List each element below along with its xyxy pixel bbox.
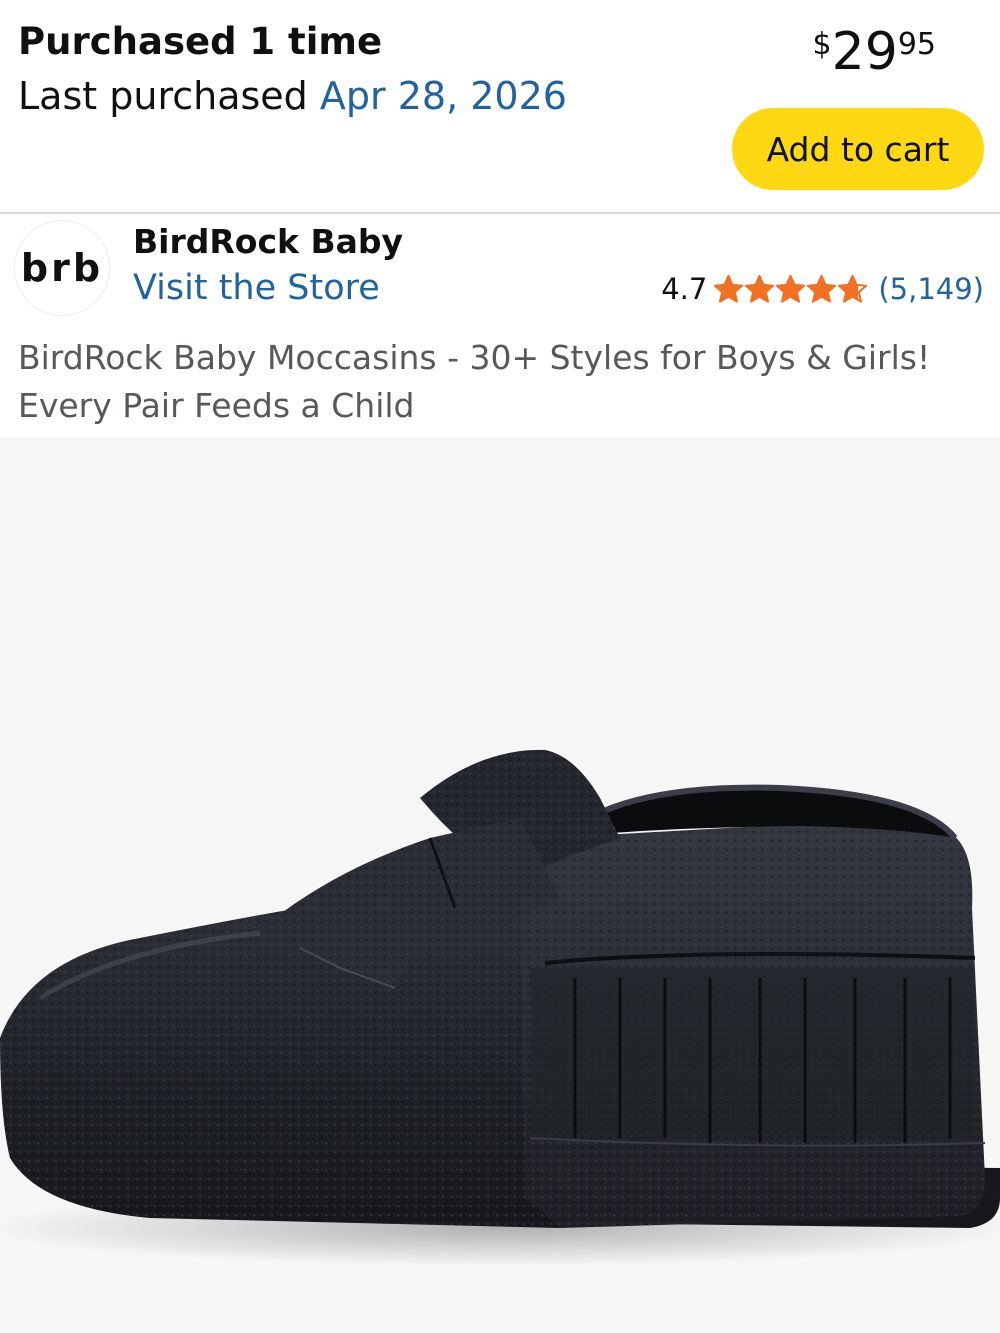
review-count-link[interactable]: (5,149) — [878, 272, 984, 306]
brand-row: brb BirdRock Baby Visit the Store 4.7 (5… — [0, 214, 1000, 324]
star-icon — [776, 274, 806, 303]
last-purchased-date-link[interactable]: Apr 28, 2026 — [320, 74, 567, 118]
moccasin-illustration — [0, 749, 1000, 1266]
price-fraction: 95 — [897, 27, 936, 62]
price-currency: $ — [812, 27, 832, 62]
visit-store-link[interactable]: Visit the Store — [133, 268, 380, 308]
price: $2995 — [813, 26, 936, 78]
last-purchased-label: Last purchased — [18, 74, 308, 118]
product-image[interactable] — [0, 438, 1000, 1333]
rating-value: 4.7 — [661, 272, 708, 306]
star-icon — [745, 274, 775, 303]
purchase-count: Purchased 1 time — [18, 20, 383, 63]
product-page: Purchased 1 time Last purchased Apr 28, … — [0, 0, 1000, 1333]
purchase-banner: Purchased 1 time Last purchased Apr 28, … — [0, 0, 1000, 212]
rating-summary[interactable]: 4.7 (5,149) — [661, 272, 984, 306]
add-to-cart-button[interactable]: Add to cart — [732, 108, 984, 190]
star-icon — [838, 274, 868, 303]
product-title[interactable]: BirdRock Baby Moccasins - 30+ Styles for… — [18, 334, 978, 430]
star-icon — [807, 274, 837, 303]
brand-logo[interactable]: brb — [14, 220, 110, 316]
last-purchased-line: Last purchased Apr 28, 2026 — [18, 74, 567, 118]
star-rating — [713, 274, 868, 305]
price-whole: 29 — [831, 22, 898, 82]
brand-name: BirdRock Baby — [133, 222, 403, 261]
heel-fringe — [530, 968, 975, 1138]
star-icon — [714, 274, 744, 303]
